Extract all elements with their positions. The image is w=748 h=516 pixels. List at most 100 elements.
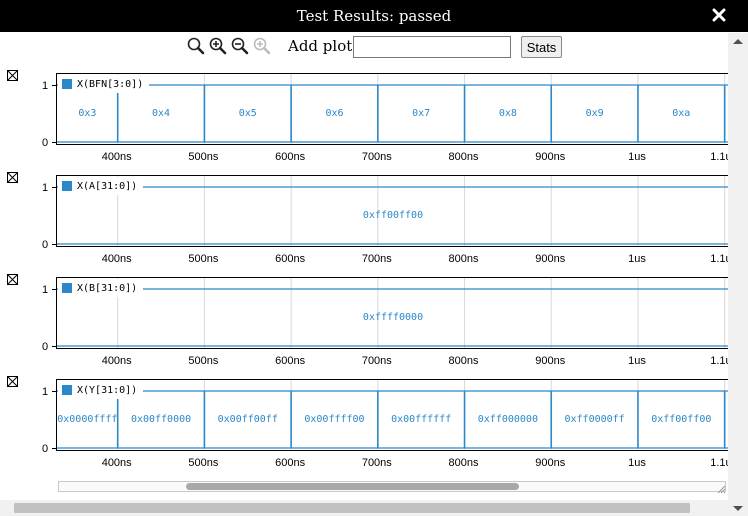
segment-value-label: 0x6 — [325, 108, 344, 119]
x-tick-label: 500ns — [188, 355, 219, 367]
x-tick-label: 800ns — [448, 253, 479, 265]
vertical-scrollbar[interactable] — [728, 33, 748, 516]
legend-signal-name: X(Y[31:0]) — [77, 384, 138, 396]
segment-value-label: 0x3 — [78, 108, 97, 119]
x-tick-label: 600ns — [275, 355, 306, 367]
y-tick-label: 0 — [42, 137, 49, 149]
title-bar: Test Results: passed — [0, 0, 748, 32]
plot-legend: X(A[31:0]) — [58, 177, 144, 195]
y-tick-label: 0 — [42, 239, 49, 251]
x-tick-label: 700ns — [361, 253, 392, 265]
x-tick-label: 600ns — [275, 457, 306, 469]
x-tick-label: 400ns — [101, 151, 132, 163]
x-tick-label: 1us — [628, 253, 646, 265]
legend-swatch — [62, 79, 72, 89]
x-tick-label: 1.1us — [710, 355, 728, 367]
x-tick-label: 900ns — [535, 457, 566, 469]
x-tick-label: 900ns — [535, 253, 566, 265]
close-icon[interactable] — [712, 8, 726, 22]
segment-value-label: 0x4 — [152, 108, 171, 119]
x-tick-label: 1.1us — [710, 253, 728, 265]
y-tick-label: 0 — [42, 443, 49, 455]
add-plot-label: Add plot: — [288, 37, 358, 55]
segment-value-label: 0xffff0000 — [362, 312, 424, 323]
y-tick-label: 0 — [42, 341, 49, 353]
segment-value-label: 0x0000ffff — [57, 414, 118, 425]
window-title: Test Results: passed — [296, 7, 452, 25]
x-axis: 400ns 500ns 600ns 700ns 800ns 900ns 1us 1.1us — [56, 147, 728, 165]
x-tick-label: 1us — [628, 355, 646, 367]
x-tick-label: 600ns — [275, 253, 306, 265]
x-tick-label: 500ns — [188, 457, 219, 469]
segment-value-label: 0xff000000 — [477, 414, 538, 425]
plot-frame[interactable]: 0x0000ffff 0x00ff0000 0x00ff00ff 0x00ffff00… — [56, 379, 728, 451]
plot-panel: 1 0 0x0000ffff 0x00ff0000 0x00ff00ff 0x00ffff… — [0, 369, 728, 471]
plot-horizontal-scrollbar[interactable] — [58, 481, 726, 492]
segment-value-label: 0xff00ff00 — [651, 414, 712, 425]
x-tick-label: 900ns — [535, 355, 566, 367]
segment-value-label: 0x5 — [238, 108, 257, 119]
x-axis: 400ns 500ns 600ns 700ns 800ns 900ns 1us 1.1us — [56, 351, 728, 369]
remove-plot-icon[interactable] — [7, 70, 18, 81]
plot-panel: 1 0 0x3 0x4 0x5 0x6 0x7 0x8 0x9 0xa X(BFN[3:0]) 400… — [0, 63, 728, 165]
remove-plot-icon[interactable] — [7, 376, 18, 387]
segment-value-label: 0x00ff0000 — [130, 414, 192, 425]
segment-value-label: 0x00ffffff — [391, 414, 452, 425]
horizontal-scroll-thumb[interactable] — [14, 503, 690, 513]
x-tick-label: 500ns — [188, 151, 219, 163]
legend-signal-name: X(A[31:0]) — [77, 180, 138, 192]
y-tick-label: 1 — [42, 284, 49, 296]
zoom-fit-icon[interactable] — [186, 36, 206, 56]
plot-frame[interactable]: 0x3 0x4 0x5 0x6 0x7 0x8 0x9 0xa — [56, 73, 728, 145]
x-tick-label: 1us — [628, 151, 646, 163]
x-axis: 400ns 500ns 600ns 700ns 800ns 900ns 1us 1.1us — [56, 249, 728, 267]
y-tick-label: 1 — [42, 80, 49, 92]
horizontal-scrollbar[interactable] — [0, 500, 728, 516]
x-tick-label: 1.1us — [710, 151, 728, 163]
y-tick-label: 1 — [42, 386, 49, 398]
plot-frame[interactable]: 0xffff0000 — [56, 277, 728, 349]
stats-button[interactable]: Stats — [521, 36, 562, 58]
x-tick-label: 1.1us — [710, 457, 728, 469]
legend-swatch — [62, 181, 72, 191]
x-axis: 400ns 500ns 600ns 700ns 800ns 900ns 1us 1.1us — [56, 453, 728, 471]
segment-value-label: 0x00ff00ff — [217, 414, 278, 425]
scroll-down-icon[interactable] — [732, 505, 744, 513]
segment-value-label: 0x8 — [498, 108, 517, 119]
x-tick-label: 800ns — [448, 355, 479, 367]
remove-plot-icon[interactable] — [7, 172, 18, 183]
add-plot-input[interactable] — [353, 36, 511, 58]
plot-scroll-thumb[interactable] — [185, 483, 519, 490]
x-tick-label: 500ns — [188, 253, 219, 265]
x-tick-label: 400ns — [101, 355, 132, 367]
plot-panel: 1 0 0xffff0000 X(B[31:0]) 400ns 500ns 600ns 700… — [0, 267, 728, 369]
x-tick-label: 900ns — [535, 151, 566, 163]
plot-panel: 1 0 0xff00ff00 X(A[31:0]) 400ns 500ns 600ns 700… — [0, 165, 728, 267]
segment-value-label: 0x7 — [412, 108, 431, 119]
scroll-up-icon[interactable] — [732, 37, 744, 45]
segment-value-label: 0xff00ff00 — [362, 210, 424, 221]
segment-value-label: 0x00ffff00 — [304, 414, 365, 425]
y-tick-label: 1 — [42, 182, 49, 194]
x-tick-label: 700ns — [361, 355, 392, 367]
toolbar: Add plot: Stats — [0, 33, 728, 61]
zoom-out-icon[interactable] — [230, 36, 250, 56]
legend-signal-name: X(B[31:0]) — [77, 282, 138, 294]
segment-value-label: 0x9 — [585, 108, 604, 119]
x-tick-label: 1us — [628, 457, 646, 469]
plot-legend: X(B[31:0]) — [58, 279, 144, 297]
remove-plot-icon[interactable] — [7, 274, 18, 285]
zoom-reset-icon[interactable] — [252, 36, 272, 56]
x-tick-label: 400ns — [101, 253, 132, 265]
zoom-in-icon[interactable] — [208, 36, 228, 56]
legend-swatch — [62, 385, 72, 395]
resize-grip-icon[interactable] — [716, 484, 726, 494]
plot-frame[interactable]: 0xff00ff00 — [56, 175, 728, 247]
x-tick-label: 600ns — [275, 151, 306, 163]
segment-value-label: 0xff0000ff — [564, 414, 625, 425]
legend-signal-name: X(BFN[3:0]) — [77, 78, 144, 90]
segment-value-label: 0xa — [672, 108, 691, 119]
plot-legend: X(Y[31:0]) — [58, 381, 144, 399]
x-tick-label: 700ns — [361, 151, 392, 163]
plots-area: 1 0 0x3 0x4 0x5 0x6 0x7 0x8 0x9 0xa X(BFN[3:0]) 400… — [0, 63, 728, 500]
